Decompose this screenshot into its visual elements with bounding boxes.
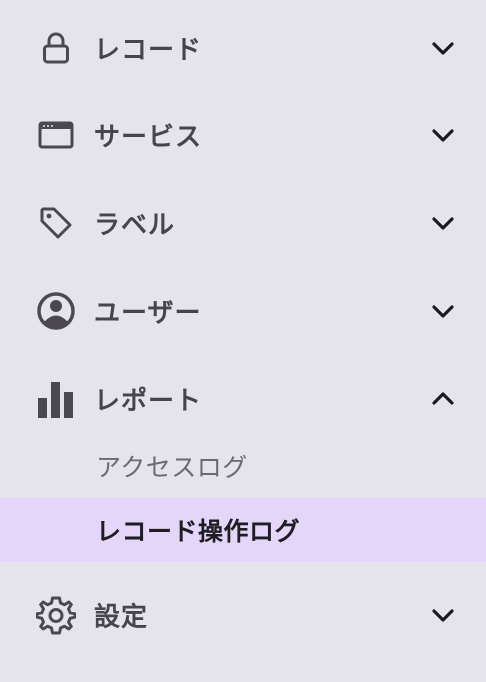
menu-item-label: サービス [94,122,203,153]
chevron-down-icon [432,217,454,230]
menu-item-users[interactable]: ユーザー [0,281,486,341]
lock-icon [35,27,77,69]
sidebar-menu: レコード サービス ラベル ユーザー レポート アクセスログ レコード操作ログ … [0,0,486,682]
menu-item-reports[interactable]: レポート [0,369,486,429]
menu-item-label: レコード [94,35,203,66]
menu-item-settings[interactable]: 設定 [0,585,486,645]
chevron-down-icon [432,305,454,318]
menu-item-label: レポート [94,386,203,417]
menu-item-records[interactable]: レコード [0,18,486,78]
bar-chart-icon [35,378,77,420]
submenu-item-label: アクセスログ [96,453,248,482]
menu-item-labels[interactable]: ラベル [0,193,486,253]
submenu-item-label: レコード操作ログ [96,517,301,546]
chevron-up-icon [432,392,454,405]
user-circle-icon [35,290,77,332]
tag-icon [35,202,77,244]
chevron-down-icon [432,129,454,142]
chevron-down-icon [432,42,454,55]
menu-item-services[interactable]: サービス [0,105,486,165]
chevron-down-icon [432,609,454,622]
gear-icon [35,594,77,636]
menu-item-label: 設定 [94,602,149,633]
submenu-item-access-log[interactable]: アクセスログ [0,434,486,498]
browser-window-icon [35,114,77,156]
menu-item-label: ラベル [94,210,176,241]
submenu-item-record-operation-log[interactable]: レコード操作ログ [0,498,486,562]
menu-item-label: ユーザー [94,298,202,329]
